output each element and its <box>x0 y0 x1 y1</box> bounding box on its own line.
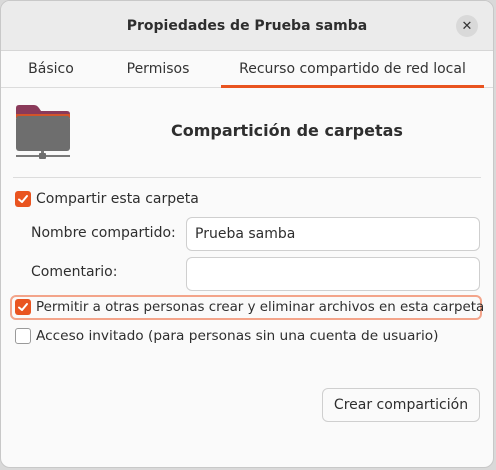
folder-network-icon <box>16 105 70 159</box>
window-title: Propiedades de Prueba samba <box>126 17 368 34</box>
guest-access-label: Acceso invitado (para personas sin una c… <box>36 328 439 344</box>
checkbox-checked-icon <box>15 299 31 315</box>
checkbox-unchecked-icon <box>15 328 31 344</box>
close-button[interactable]: ✕ <box>456 15 478 37</box>
properties-dialog: Propiedades de Prueba samba ✕ Básico Per… <box>0 0 494 468</box>
checkbox-checked-icon <box>15 191 31 207</box>
divider <box>13 177 481 178</box>
share-name-label: Nombre compartido: <box>31 225 176 241</box>
allow-others-checkbox[interactable]: Permitir a otras personas crear y elimin… <box>15 299 484 315</box>
title-bar: Propiedades de Prueba samba ✕ <box>1 1 493 51</box>
comment-label: Comentario: <box>31 264 118 280</box>
tab-basico[interactable]: Básico <box>15 51 87 88</box>
tab-permisos[interactable]: Permisos <box>116 51 200 88</box>
share-folder-checkbox[interactable]: Compartir esta carpeta <box>15 191 199 207</box>
tab-recurso-compartido[interactable]: Recurso compartido de red local <box>221 51 484 88</box>
tab-bar: Básico Permisos Recurso compartido de re… <box>1 51 493 88</box>
create-share-button[interactable]: Crear compartición <box>322 388 480 422</box>
allow-others-label: Permitir a otras personas crear y elimin… <box>36 299 485 315</box>
section-heading: Compartición de carpetas <box>171 121 403 140</box>
share-name-input[interactable] <box>186 217 480 251</box>
comment-input[interactable] <box>186 257 480 291</box>
guest-access-checkbox[interactable]: Acceso invitado (para personas sin una c… <box>15 328 439 344</box>
share-folder-label: Compartir esta carpeta <box>36 191 199 207</box>
close-icon: ✕ <box>461 18 473 34</box>
